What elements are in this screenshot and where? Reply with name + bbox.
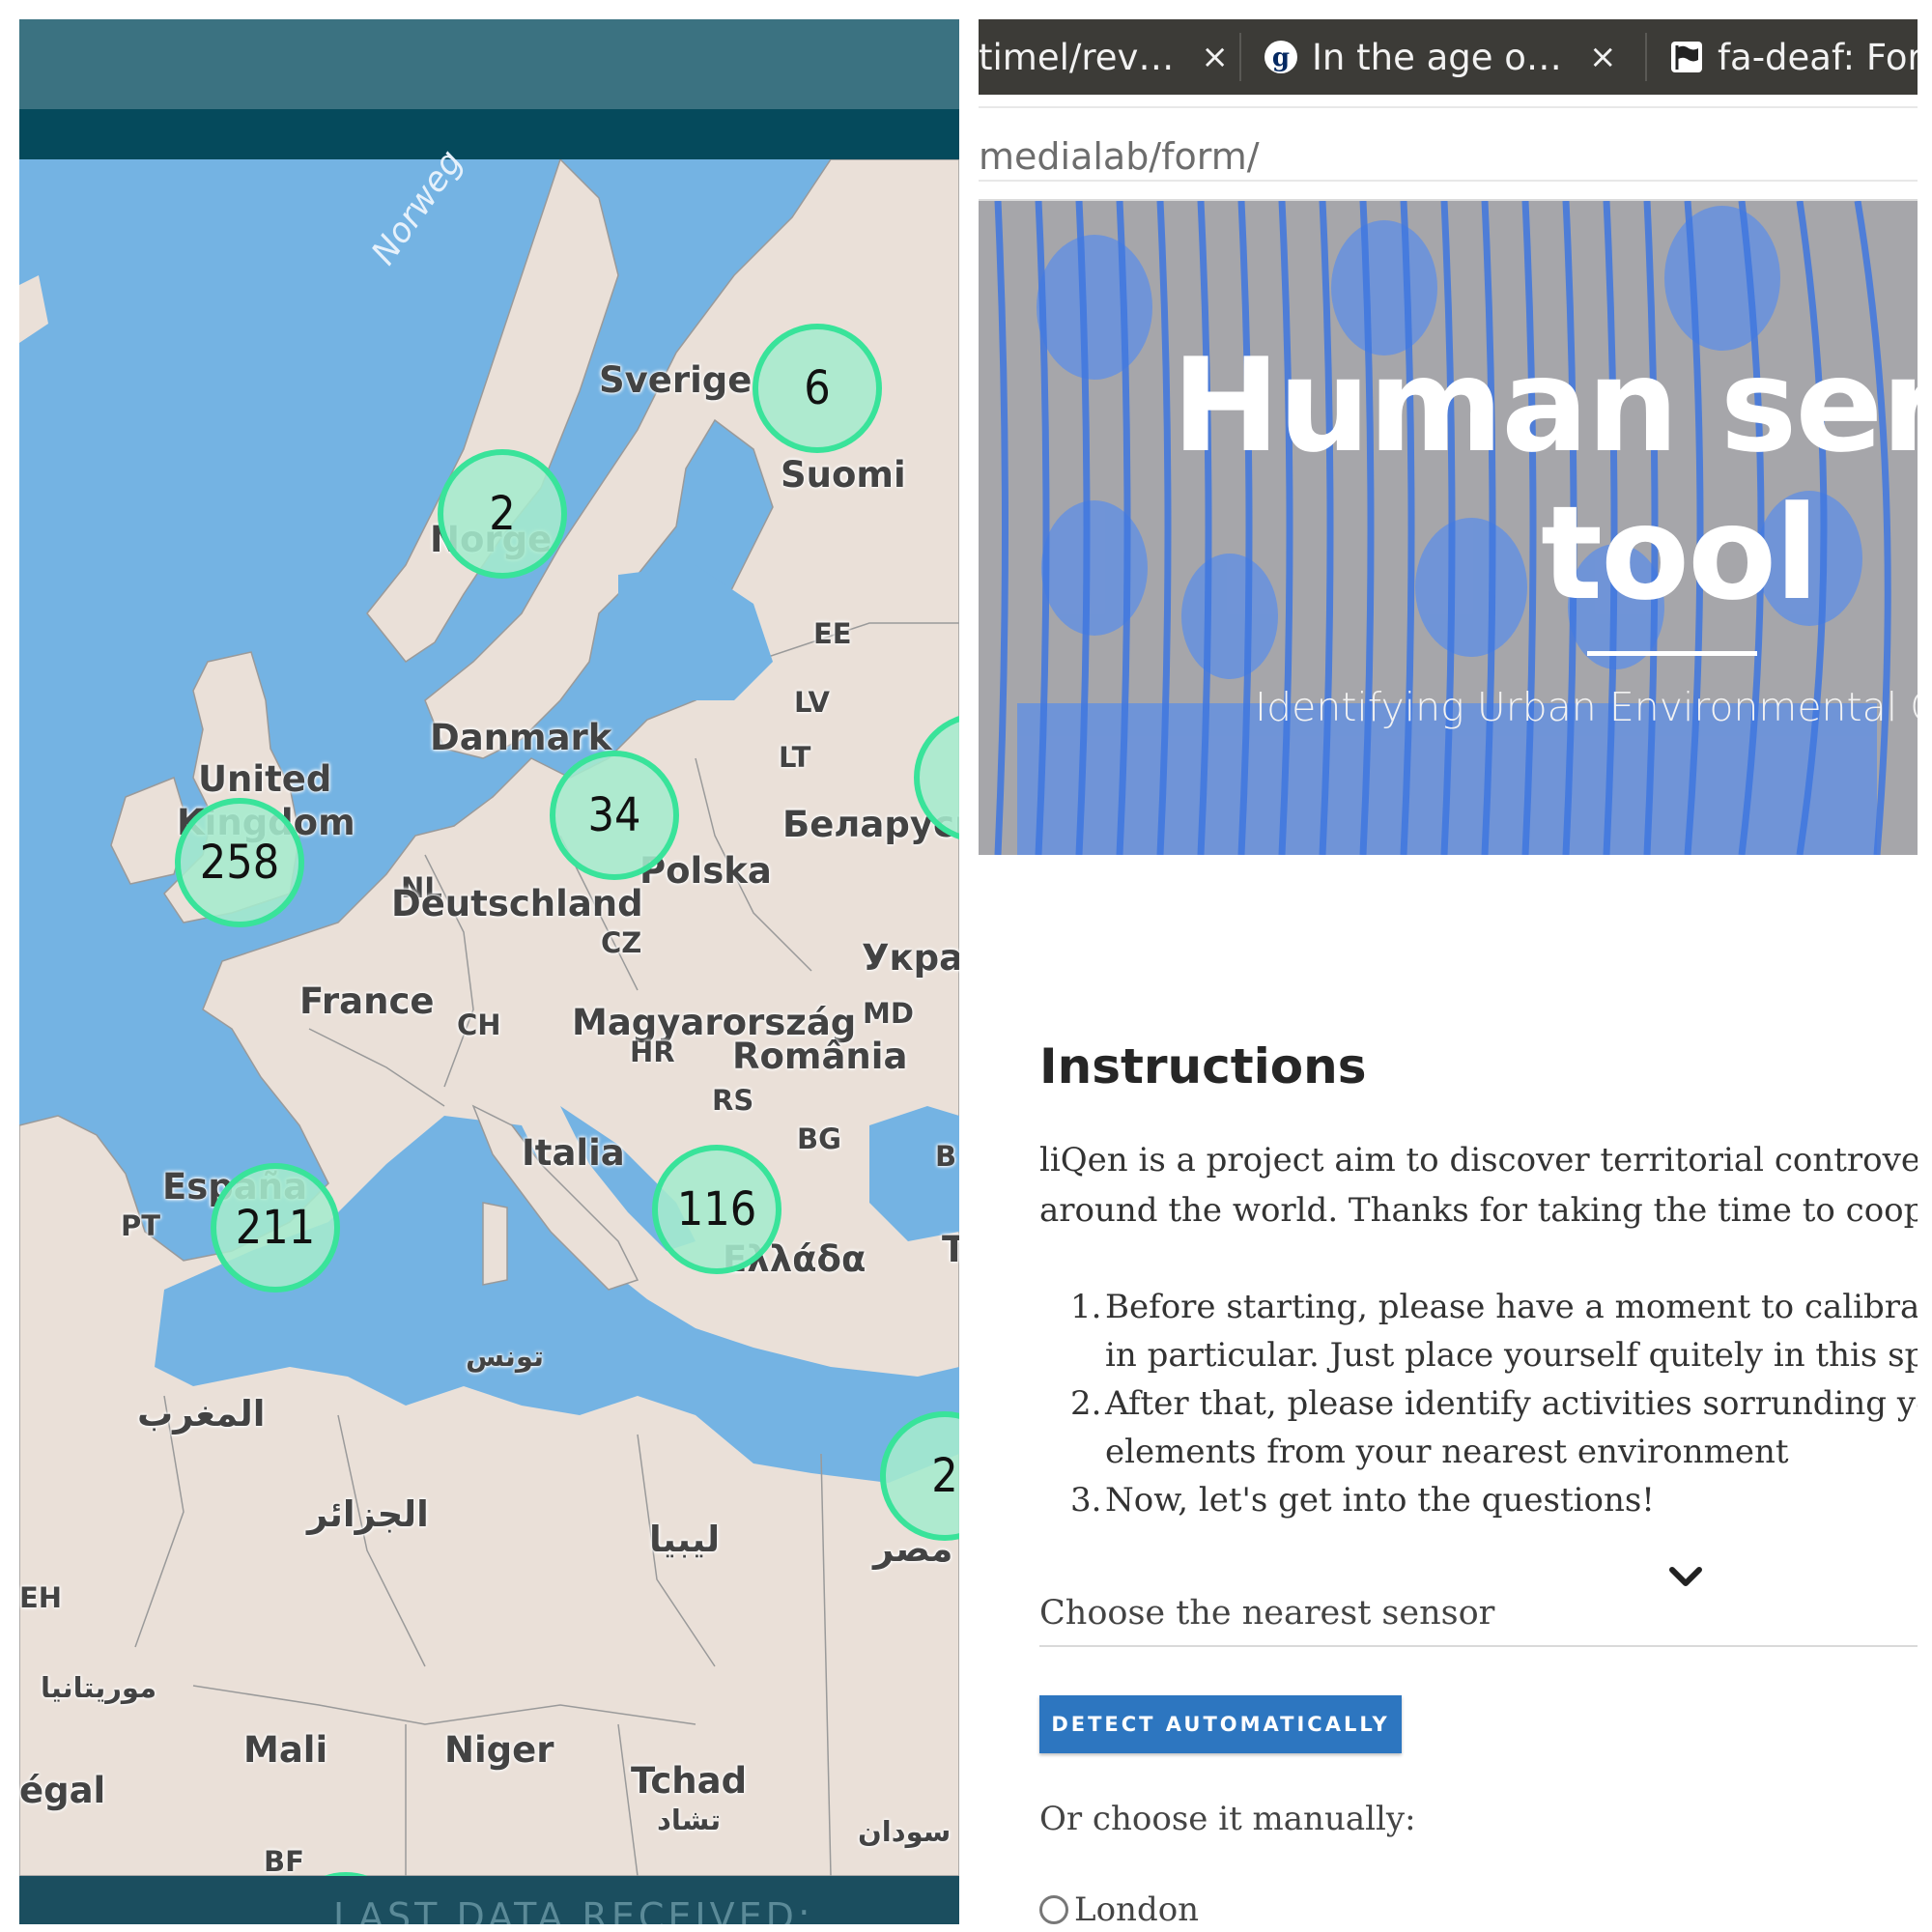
country-label-bf: BF <box>264 1845 304 1878</box>
instructions-paragraph: liQen is a project aim to discover terri… <box>1039 1135 1918 1236</box>
cluster-marker-norway[interactable]: 2 <box>438 449 567 579</box>
close-icon[interactable]: × <box>1201 38 1229 76</box>
tab-label: timel/rev… <box>979 36 1175 78</box>
tab-timel[interactable]: timel/rev… × <box>979 19 1229 95</box>
country-label-senegal: égal <box>19 1770 106 1811</box>
cluster-marker-denmark[interactable]: 34 <box>550 751 679 880</box>
step-item: 3. Now, let's get into the questions! <box>1039 1476 1918 1524</box>
url-text: medialab/form/ <box>979 135 1260 178</box>
cluster-marker-greece[interactable]: 116 <box>652 1145 781 1274</box>
radio-option-london[interactable]: London <box>1039 1890 1199 1924</box>
europe-map[interactable]: Norweg Sverige Suomi Norge EE LV LT Danm… <box>19 143 959 1924</box>
step-line: in particular. Just place yourself quite… <box>1105 1336 1918 1375</box>
step-line: elements from your nearest environment <box>1105 1433 1789 1471</box>
radio-button[interactable] <box>1039 1895 1068 1924</box>
paragraph-line: around the world. Thanks for taking the … <box>1039 1191 1918 1230</box>
country-label-maghreb: المغرب <box>137 1393 266 1435</box>
step-number: 2. <box>1070 1384 1102 1423</box>
step-line: After that, please identify activities s… <box>1105 1384 1918 1423</box>
tab-bar: timel/rev… × g In the age o… × fa-deaf: … <box>979 19 1918 95</box>
tab-guardian[interactable]: g In the age o… × <box>1264 19 1616 95</box>
country-label-lt: LT <box>779 741 811 774</box>
country-label-jazair: الجزائر <box>307 1493 429 1535</box>
close-icon[interactable]: × <box>1589 38 1617 76</box>
country-label-eh: EH <box>19 1581 63 1614</box>
country-label-bg: BG <box>797 1122 841 1155</box>
sensor-select[interactable]: Choose the nearest sensor <box>1039 1594 1494 1633</box>
country-label-deutschland: Deutschland <box>391 883 643 924</box>
country-label-niger: Niger <box>444 1729 554 1771</box>
map-app-panel: Norweg Sverige Suomi Norge EE LV LT Danm… <box>19 19 959 1924</box>
country-label-sverige: Sverige <box>599 359 753 401</box>
browser-window: timel/rev… × g In the age o… × fa-deaf: … <box>979 19 1918 1924</box>
country-label-cz: CZ <box>601 926 642 959</box>
flag-icon <box>1669 40 1704 74</box>
manual-choice-label: Or choose it manually: <box>1039 1800 1416 1838</box>
country-label-tchad: Tchad <box>631 1760 748 1802</box>
country-label-suomi: Suomi <box>781 454 906 496</box>
step-number: 1. <box>1070 1288 1102 1326</box>
chevron-down-icon[interactable] <box>1666 1562 1705 1591</box>
paragraph-line: liQen is a project aim to discover terri… <box>1039 1141 1918 1179</box>
hero-subtitle: Identifying Urban Environmental Con <box>1255 684 1918 730</box>
tab-label: In the age o… <box>1312 36 1562 78</box>
hero-title-line1: Human ser <box>1172 330 1918 481</box>
country-label-france: France <box>299 980 435 1022</box>
hero-title-line2: tool <box>1541 478 1819 629</box>
address-bar[interactable]: medialab/form/ <box>979 95 1918 202</box>
url-field[interactable]: medialab/form/ <box>979 106 1918 182</box>
country-label-pt: PT <box>121 1209 161 1242</box>
tab-separator <box>1239 33 1241 81</box>
country-label-ee: EE <box>813 617 852 650</box>
country-label-ch: CH <box>457 1009 501 1041</box>
country-label-rs: RS <box>712 1084 754 1117</box>
country-label-united: United <box>198 758 332 800</box>
app-header <box>19 19 959 109</box>
country-label-ukraina: Укра <box>862 937 959 979</box>
country-label-italia: Italia <box>522 1132 625 1174</box>
step-number: 3. <box>1070 1481 1102 1520</box>
country-label-tounes: تونس <box>466 1340 544 1373</box>
select-underline <box>1039 1645 1918 1647</box>
guardian-g-icon: g <box>1264 40 1298 74</box>
country-label-mali: Mali <box>243 1729 328 1771</box>
cluster-marker-uk[interactable]: 258 <box>175 798 304 927</box>
country-label-b-cut: B <box>935 1140 957 1173</box>
step-item: 2. After that, please identify activitie… <box>1039 1379 1918 1476</box>
step-item: 1. Before starting, please have a moment… <box>1039 1283 1918 1379</box>
country-label-tchad-ar: تشاد <box>657 1804 722 1836</box>
country-label-sudan: سودان <box>858 1815 952 1848</box>
hero-banner: Human ser tool Identifying Urban Environ… <box>979 201 1918 855</box>
step-line: Now, let's get into the questions! <box>1105 1481 1655 1520</box>
status-footer: LAST DATA RECEIVED: <box>19 1876 959 1924</box>
cluster-marker-finland[interactable]: 6 <box>753 324 882 453</box>
country-label-hr: HR <box>630 1036 675 1068</box>
svg-text:g: g <box>1272 43 1290 72</box>
cluster-marker-spain[interactable]: 211 <box>211 1163 340 1293</box>
instructions-steps: 1. Before starting, please have a moment… <box>1039 1283 1918 1524</box>
app-subheader <box>19 109 959 159</box>
radio-label: London <box>1074 1890 1200 1924</box>
instructions-heading: Instructions <box>1039 1038 1367 1094</box>
step-line: Before starting, please have a moment to… <box>1105 1288 1918 1326</box>
country-label-lv: LV <box>794 686 830 719</box>
tab-fa-deaf[interactable]: fa-deaf: For <box>1669 19 1918 95</box>
tab-separator <box>1645 33 1647 81</box>
detect-automatically-button[interactable]: DETECT AUTOMATICALLY <box>1039 1695 1402 1753</box>
country-label-danmark: Danmark <box>430 717 612 758</box>
country-label-t-cut: T <box>942 1229 959 1270</box>
form-content: Instructions liQen is a project aim to d… <box>979 855 1918 1924</box>
country-label-mauritania: موريتانيا <box>41 1671 157 1704</box>
country-label-md: MD <box>863 997 914 1030</box>
country-label-romania: România <box>732 1036 908 1077</box>
last-data-received-label: LAST DATA RECEIVED: <box>333 1895 814 1924</box>
hero-divider <box>1587 651 1757 656</box>
country-label-libya: ليبيا <box>649 1519 721 1560</box>
tab-label: fa-deaf: For <box>1718 36 1918 78</box>
